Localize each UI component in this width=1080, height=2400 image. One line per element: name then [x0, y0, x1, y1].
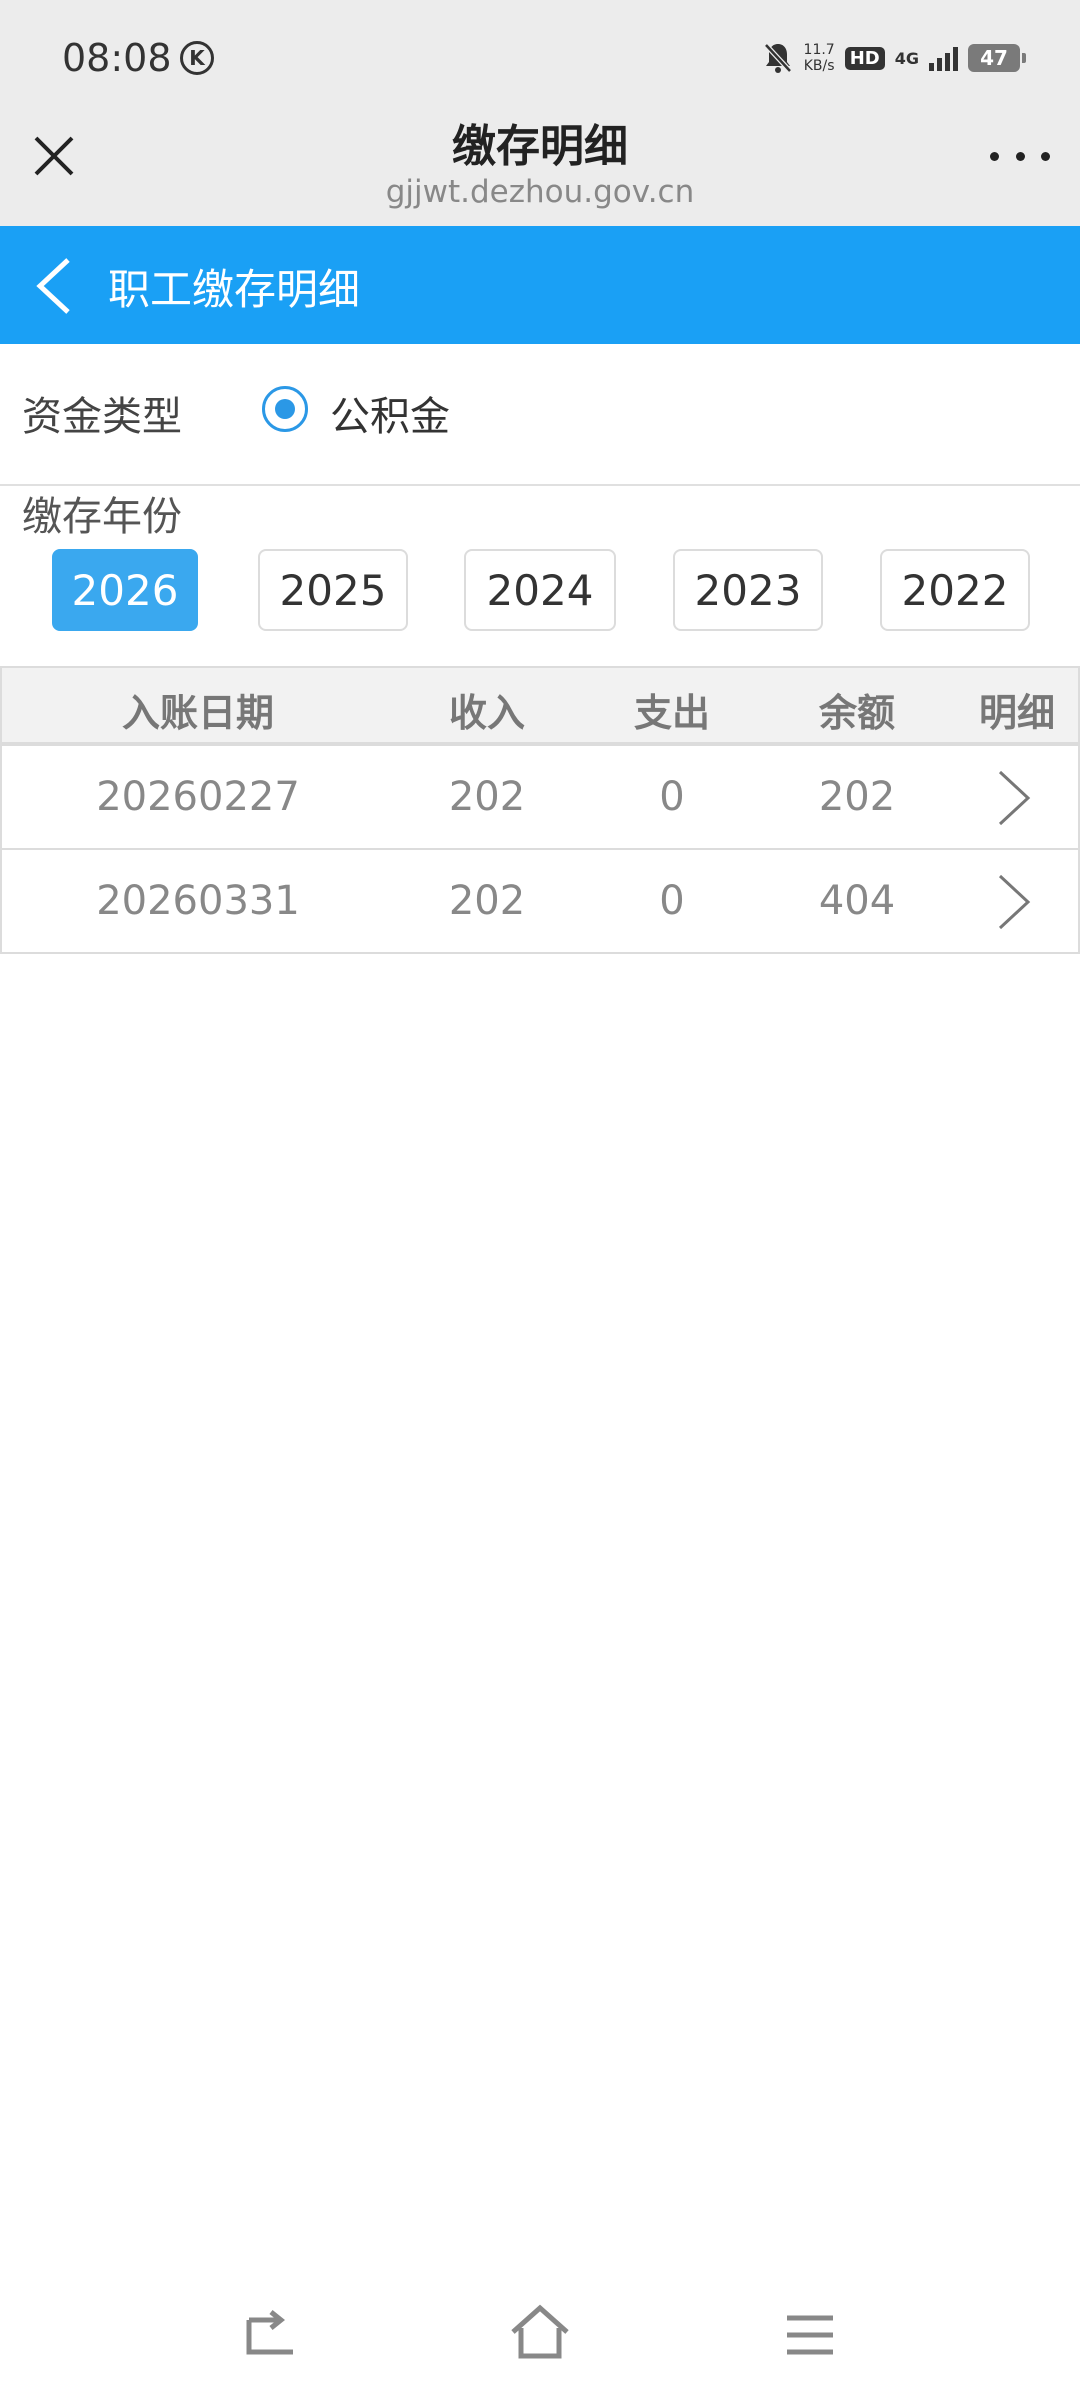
nav-home-button[interactable] [505, 2300, 575, 2370]
page-url: gjjwt.dezhou.gov.cn [385, 174, 695, 210]
more-dot-icon [1041, 151, 1050, 161]
year-button-2025[interactable]: 2025 [258, 549, 408, 631]
network-speed: 11.7 KB/s [804, 42, 835, 74]
column-header-date: 入账日期 [121, 691, 274, 735]
more-dot-icon [990, 151, 999, 161]
fund-type-option-label[interactable]: 公积金 [330, 384, 450, 442]
system-nav-bar [0, 2280, 1080, 2400]
column-header-income: 收入 [448, 691, 525, 735]
speed-value: 11.7 [803, 42, 835, 58]
bell-muted-icon [763, 43, 792, 73]
radio-selected-dot [275, 399, 295, 419]
cell-balance: 404 [818, 878, 896, 924]
status-time: 08:08 [62, 36, 172, 80]
cell-balance: 202 [818, 774, 896, 820]
cell-date: 20260331 [96, 878, 300, 924]
column-header-expense: 支出 [633, 691, 710, 735]
column-header-detail: 明细 [978, 691, 1055, 735]
cell-income: 202 [448, 878, 526, 924]
network-type: 4G [894, 48, 919, 68]
chevron-right-icon[interactable] [992, 872, 1036, 932]
status-indicators: 11.7 KB/s HD 4G 47 [762, 36, 1026, 80]
back-button[interactable] [30, 256, 80, 316]
deposit-table: 入账日期 收入 支出 余额 明细 20260227 202 0 202 2026… [0, 666, 1080, 954]
cell-expense: 0 [659, 774, 685, 820]
browser-title-bar: 缴存明细 gjjwt.dezhou.gov.cn [0, 110, 1080, 226]
cell-income: 202 [448, 774, 526, 820]
chevron-left-icon [36, 258, 70, 314]
page: 08:08 K 11.7 KB/s HD 4G 47 缴存明细 gjjwt.de… [0, 0, 1080, 2400]
battery-icon: 47 [968, 44, 1026, 72]
fund-type-label: 资金类型 [22, 394, 182, 440]
status-bar: 08:08 K 11.7 KB/s HD 4G 47 [0, 0, 1080, 110]
table-header: 入账日期 收入 支出 余额 明细 [0, 666, 1080, 746]
nav-back-button[interactable] [235, 2300, 305, 2370]
back-arrow-icon [246, 2310, 293, 2355]
year-section-label: 缴存年份 [22, 494, 182, 540]
k-badge-icon: K [180, 41, 214, 75]
cell-expense: 0 [659, 878, 685, 924]
home-icon [511, 2304, 569, 2359]
page-title: 缴存明细 [452, 121, 628, 172]
fund-type-radio[interactable] [262, 386, 308, 432]
year-button-2024[interactable]: 2024 [464, 549, 616, 631]
year-button-2022[interactable]: 2022 [880, 549, 1030, 631]
app-header-title: 职工缴存明细 [108, 265, 361, 314]
table-row[interactable]: 20260331 202 0 404 [0, 850, 1080, 954]
more-dot-icon [1015, 151, 1025, 161]
nav-menu-button[interactable] [775, 2300, 845, 2370]
column-header-balance: 余额 [818, 691, 895, 735]
more-options-button[interactable] [990, 146, 1050, 166]
hd-badge: HD [844, 46, 885, 70]
year-button-2023[interactable]: 2023 [673, 549, 823, 631]
speed-unit: KB/s [803, 58, 835, 74]
year-button-2026[interactable]: 2026 [52, 549, 198, 631]
app-header: 职工缴存明细 [0, 226, 1080, 344]
menu-icon [787, 2315, 833, 2355]
chevron-right-icon[interactable] [992, 768, 1036, 828]
cell-date: 20260227 [96, 774, 300, 820]
fund-type-row: 资金类型 公积金 [0, 344, 1080, 486]
signal-icon [929, 45, 958, 71]
table-row[interactable]: 20260227 202 0 202 [0, 746, 1080, 850]
